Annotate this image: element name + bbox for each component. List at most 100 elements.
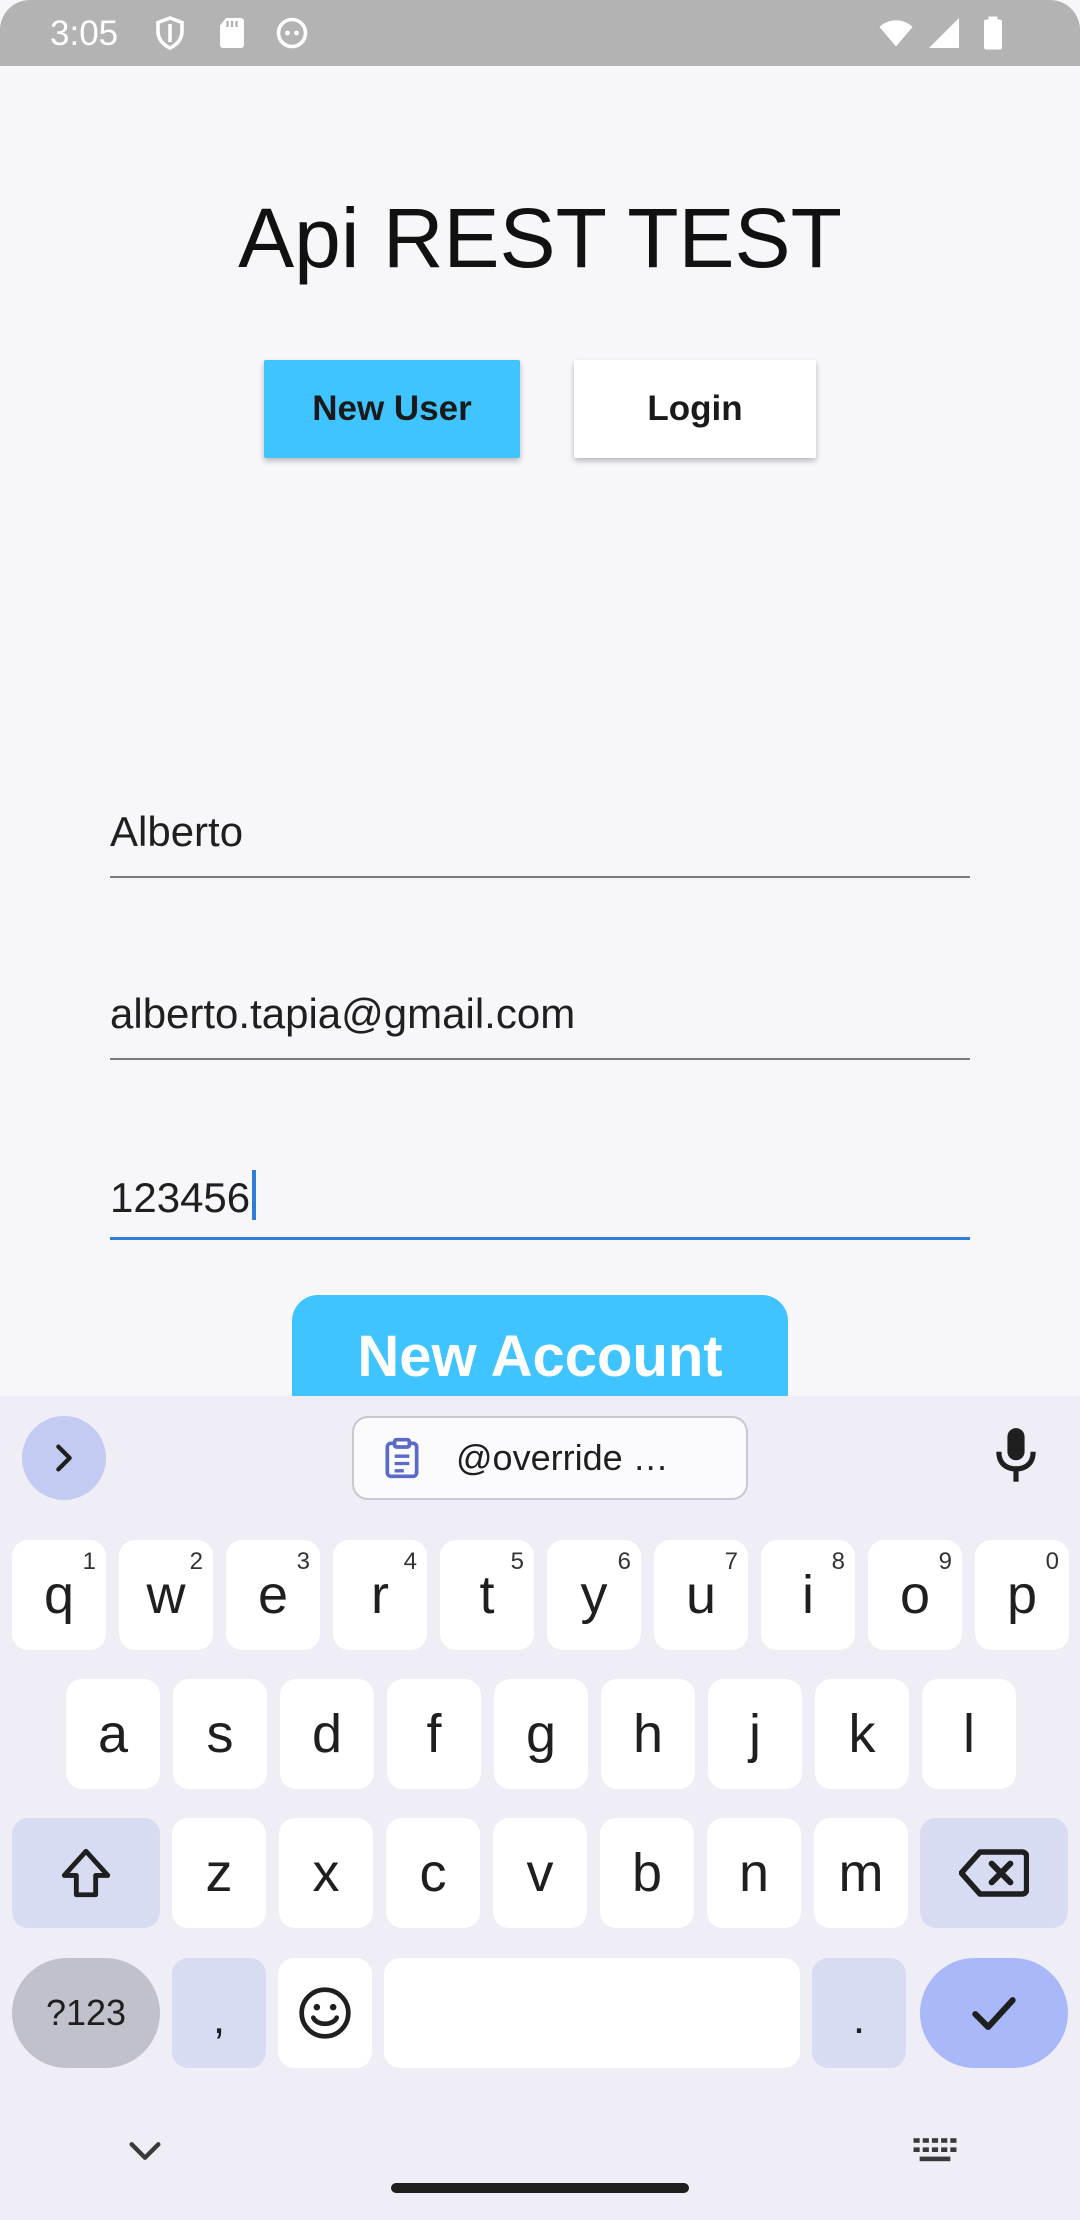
key-label: e (257, 1565, 289, 1625)
key-w[interactable]: w2 (119, 1540, 213, 1650)
backspace-key[interactable] (920, 1818, 1068, 1928)
key-label: q (43, 1565, 75, 1625)
key-y[interactable]: y6 (547, 1540, 641, 1650)
key-label: d (311, 1704, 343, 1764)
key-label: h (632, 1704, 664, 1764)
keyboard-switch-icon[interactable] (912, 2136, 958, 2168)
key-label: o (899, 1565, 931, 1625)
password-field-underline (110, 1237, 970, 1240)
key-j[interactable]: j (708, 1679, 802, 1789)
key-q[interactable]: q1 (12, 1540, 106, 1650)
key-hint: 9 (938, 1548, 952, 1575)
key-c[interactable]: c (386, 1818, 480, 1928)
password-field[interactable]: 123456 (110, 1130, 970, 1240)
battery-icon (975, 15, 1011, 51)
email-field-underline (110, 1058, 970, 1060)
text-cursor (252, 1170, 257, 1220)
hide-keyboard-icon[interactable] (125, 2136, 165, 2166)
key-label: t (479, 1565, 495, 1625)
key-hint: 8 (831, 1548, 845, 1575)
login-button[interactable]: Login (574, 360, 816, 458)
soft-keyboard: @override … ?123 , . q1w2e3r4t5y6u7i8o9p… (0, 1396, 1080, 2220)
chevron-right-icon (56, 1444, 72, 1472)
key-b[interactable]: b (600, 1818, 694, 1928)
key-label: b (631, 1843, 663, 1903)
key-s[interactable]: s (173, 1679, 267, 1789)
key-hint: 5 (510, 1548, 524, 1575)
key-v[interactable]: v (493, 1818, 587, 1928)
name-field-underline (110, 876, 970, 878)
shift-key[interactable] (12, 1818, 160, 1928)
key-label: w (146, 1565, 186, 1625)
email-field-value: alberto.tapia@gmail.com (110, 990, 576, 1037)
shift-icon (61, 1848, 111, 1898)
key-label: s (206, 1704, 234, 1764)
password-field-value: 123456 (110, 1174, 251, 1221)
key-hint: 6 (617, 1548, 631, 1575)
key-x[interactable]: x (279, 1818, 373, 1928)
key-z[interactable]: z (172, 1818, 266, 1928)
email-field[interactable]: alberto.tapia@gmail.com (110, 950, 970, 1060)
key-g[interactable]: g (494, 1679, 588, 1789)
microphone-icon[interactable] (990, 1426, 1042, 1486)
key-i[interactable]: i8 (761, 1540, 855, 1650)
key-label: z (205, 1843, 233, 1903)
key-label: g (525, 1704, 557, 1764)
key-label: l (963, 1704, 975, 1764)
key-hint: 0 (1045, 1548, 1059, 1575)
backspace-icon (959, 1849, 1029, 1897)
shield-icon (152, 15, 188, 51)
name-field-value: Alberto (110, 808, 244, 855)
new-user-button[interactable]: New User (264, 360, 520, 458)
key-f[interactable]: f (387, 1679, 481, 1789)
key-hint: 2 (189, 1548, 203, 1575)
key-label: x (312, 1843, 340, 1903)
key-d[interactable]: d (280, 1679, 374, 1789)
key-m[interactable]: m (814, 1818, 908, 1928)
key-e[interactable]: e3 (226, 1540, 320, 1650)
name-field[interactable]: Alberto (110, 768, 970, 878)
key-n[interactable]: n (707, 1818, 801, 1928)
emoji-key[interactable] (278, 1958, 372, 2068)
android-icon (274, 15, 310, 51)
key-label: r (371, 1565, 389, 1625)
key-hint: 1 (82, 1548, 96, 1575)
keyboard-expand-button[interactable] (22, 1416, 106, 1500)
key-label: v (526, 1843, 554, 1903)
sd-card-icon (214, 15, 250, 51)
key-label: n (738, 1843, 770, 1903)
key-label: j (749, 1704, 761, 1764)
clipboard-suggestion[interactable]: @override … (352, 1416, 748, 1500)
checkmark-icon (972, 1997, 1016, 2031)
key-p[interactable]: p0 (975, 1540, 1069, 1650)
key-hint: 4 (403, 1548, 417, 1575)
space-key[interactable] (384, 1958, 800, 2068)
key-hint: 3 (296, 1548, 310, 1575)
period-key[interactable]: . (812, 1958, 906, 2068)
key-hint: 7 (724, 1548, 738, 1575)
home-indicator[interactable] (391, 2183, 689, 2193)
emoji-icon (299, 1987, 351, 2039)
key-t[interactable]: t5 (440, 1540, 534, 1650)
clipboard-icon (385, 1437, 419, 1479)
key-o[interactable]: o9 (868, 1540, 962, 1650)
key-label: i (802, 1565, 814, 1625)
key-u[interactable]: u7 (654, 1540, 748, 1650)
key-a[interactable]: a (66, 1679, 160, 1789)
key-h[interactable]: h (601, 1679, 695, 1789)
comma-key[interactable]: , (172, 1958, 266, 2068)
key-label: k (848, 1704, 876, 1764)
key-k[interactable]: k (815, 1679, 909, 1789)
status-time: 3:05 (50, 14, 119, 53)
key-r[interactable]: r4 (333, 1540, 427, 1650)
page-title: Api REST TEST (238, 191, 842, 285)
key-label: u (685, 1565, 717, 1625)
status-bar: 3:05 (0, 0, 1080, 66)
enter-key[interactable] (920, 1958, 1068, 2068)
key-label: p (1006, 1565, 1038, 1625)
signal-icon (926, 15, 962, 51)
key-label: m (838, 1843, 884, 1903)
key-l[interactable]: l (922, 1679, 1016, 1789)
symbols-key[interactable]: ?123 (12, 1958, 160, 2068)
key-label: y (580, 1565, 608, 1625)
